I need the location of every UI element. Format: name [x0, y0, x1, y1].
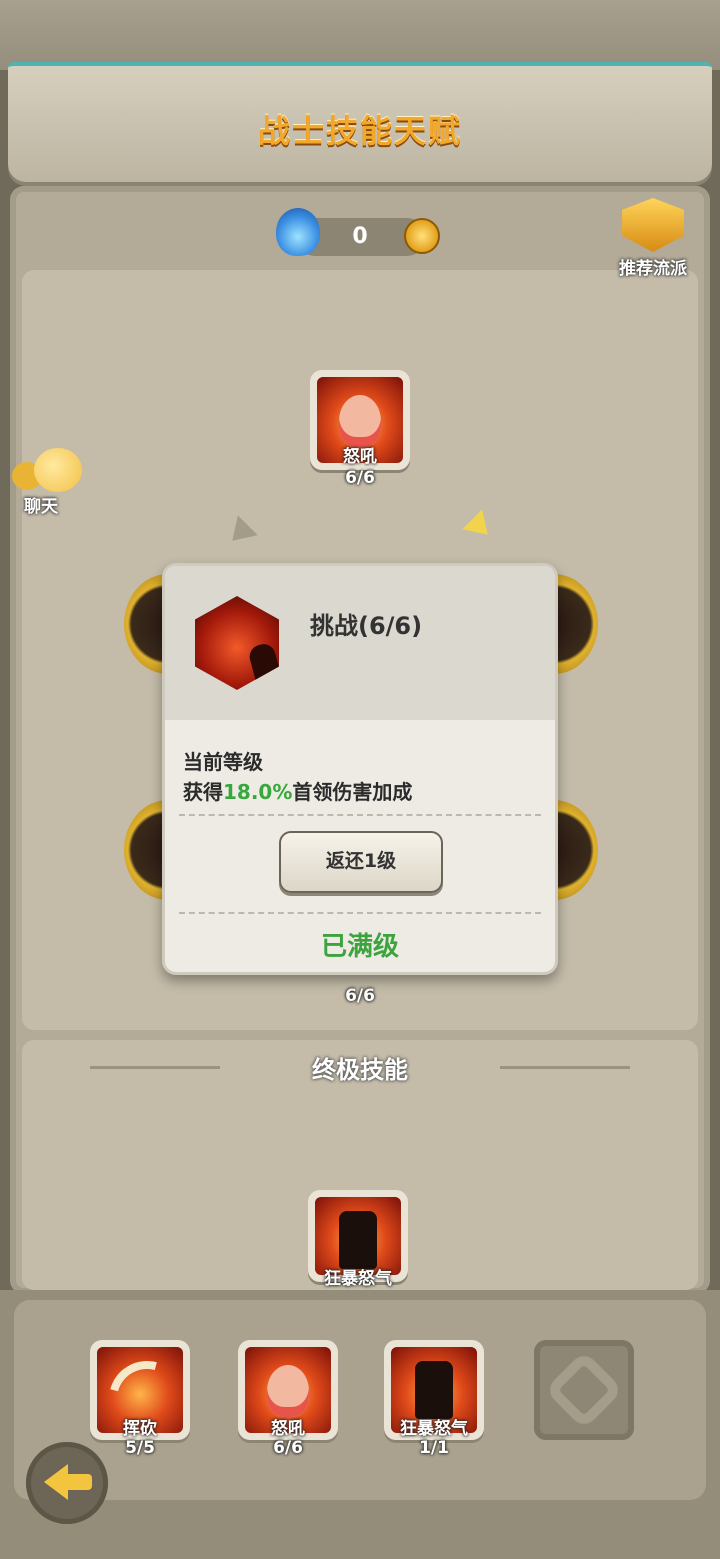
desc-value: 18.0%	[223, 780, 293, 804]
modal-title: 挑战(6/6)	[310, 612, 423, 640]
back-arrow-icon	[44, 1464, 68, 1500]
current-level-label: 当前等级	[183, 750, 263, 774]
skill-name: 怒吼	[271, 1419, 305, 1439]
loadout-slot-2[interactable]: 怒吼 6/6	[238, 1340, 338, 1458]
skill-level: 1/1	[419, 1438, 449, 1458]
skill-level: 6/6	[345, 986, 375, 1006]
skill-name: 狂暴怒气	[324, 1269, 392, 1289]
desc-suffix: 首领伤害加成	[292, 780, 413, 804]
skill-name: 挥砍	[123, 1419, 157, 1439]
currency-amount: 0	[352, 224, 368, 249]
top-strip	[0, 0, 720, 70]
loadout-slot-empty[interactable]	[534, 1340, 634, 1440]
coin-icon[interactable]	[404, 218, 440, 254]
modal-divider	[179, 912, 541, 914]
skill-detail-modal: 挑战(6/6) 当前等级 获得18.0%首领伤害加成 返还1级 已满级	[162, 563, 558, 975]
recommend-build-button[interactable]: 推荐流派	[608, 198, 698, 282]
chat-button[interactable]: 聊天	[6, 448, 86, 518]
chat-label: 聊天	[24, 497, 58, 517]
title-banner: 战士技能天赋	[8, 62, 712, 182]
recommend-build-label: 推荐流派	[619, 259, 687, 279]
modal-divider	[179, 814, 541, 816]
back-button[interactable]	[26, 1442, 108, 1524]
thumbs-up-badge-icon	[622, 198, 684, 252]
skill-node-rage[interactable]: 狂暴怒气	[308, 1190, 408, 1289]
skill-level: 5/5	[125, 1438, 155, 1458]
loadout-slot-1[interactable]: 挥砍 5/5	[90, 1340, 190, 1458]
desc-prefix: 获得	[183, 780, 223, 804]
skill-name: 怒吼	[343, 447, 377, 467]
skill-description: 获得18.0%首领伤害加成	[183, 776, 412, 805]
empty-slot-icon	[544, 1350, 624, 1430]
skill-level: 6/6	[273, 1438, 303, 1458]
ultimate-skill-header: 终极技能	[312, 1056, 408, 1084]
skill-name: 狂暴怒气	[400, 1419, 468, 1439]
page-title: 战士技能天赋	[257, 112, 462, 150]
chat-bubble-icon	[34, 448, 82, 492]
max-level-status: 已满级	[320, 932, 399, 962]
loadout-slot-3[interactable]: 狂暴怒气 1/1	[384, 1340, 484, 1458]
skill-node-roar[interactable]: 怒吼 6/6	[310, 370, 410, 488]
return-level-button[interactable]: 返还1级	[279, 831, 443, 893]
back-arrow-shaft	[66, 1474, 92, 1490]
skill-level: 6/6	[345, 468, 375, 488]
